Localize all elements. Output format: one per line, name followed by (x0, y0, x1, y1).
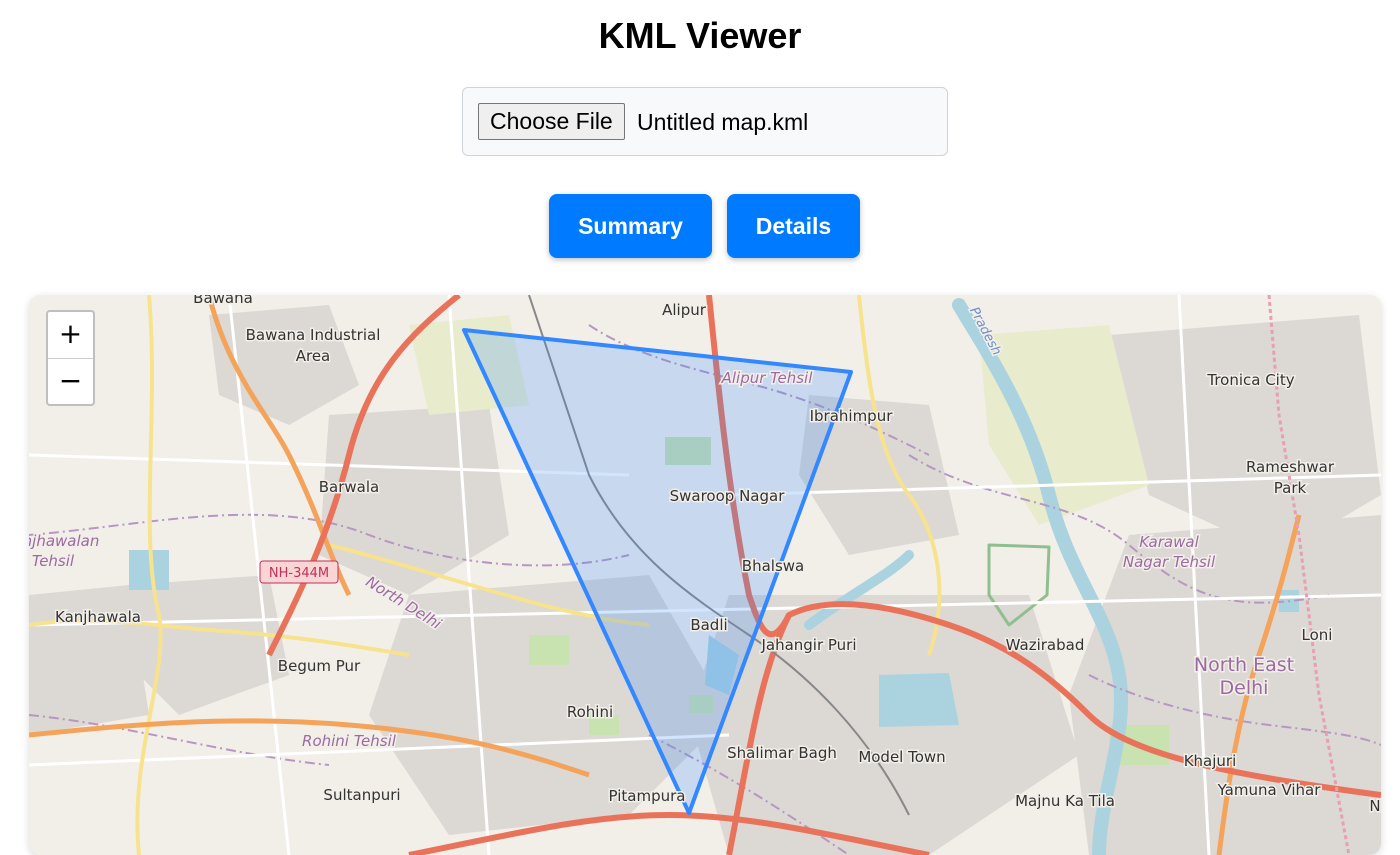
map-label: Pitampura (609, 787, 686, 805)
map-label: Wazirabad (1006, 636, 1085, 654)
map-label: Badli (690, 616, 727, 634)
zoom-out-button[interactable]: − (48, 358, 93, 404)
zoom-in-button[interactable]: + (48, 312, 93, 358)
map-label: Shalimar Bagh (727, 744, 837, 762)
map-label: Barwala (319, 478, 379, 496)
map-label: Nagar Tehsil (1123, 553, 1216, 571)
map-label: Bawana (193, 295, 253, 307)
map-label: Majnu Ka Tila (1015, 792, 1115, 810)
map-label: N (1369, 797, 1380, 815)
road-shield: NH-344M (259, 560, 339, 584)
map-label: Rohini (567, 703, 613, 721)
map-label: Sultanpuri (323, 786, 400, 804)
road-shield-label: NH-344M (269, 566, 329, 581)
map-label: Alipur Tehsil (721, 369, 814, 387)
map-label: Bhalswa (742, 557, 804, 575)
map-label: Alipur (662, 301, 707, 319)
selected-file-name: Untitled map.kml (637, 109, 809, 135)
summary-button[interactable]: Summary (549, 194, 712, 258)
map-view[interactable]: Bawana Bawana Industrial Area Alipur Ali… (29, 295, 1381, 855)
map-label: Delhi (1220, 677, 1269, 699)
map-label: Jahangir Puri (760, 636, 856, 654)
map-label: Yamuna Vihar (1217, 781, 1322, 799)
map-label: Tronica City (1206, 371, 1294, 389)
file-input[interactable]: Choose File Untitled map.kml (462, 87, 948, 156)
map-label: Khajuri (1184, 752, 1237, 770)
map-label: Model Town (858, 748, 945, 766)
map-label: njhawalan (29, 532, 99, 550)
map-label: North East (1194, 654, 1294, 676)
map-label: Loni (1302, 626, 1333, 644)
choose-file-button[interactable]: Choose File (478, 103, 625, 140)
map-label: Ibrahimpur (810, 407, 894, 425)
map-label: Kanjhawala (55, 608, 141, 626)
map-label: Rohini Tehsil (302, 732, 397, 750)
map-label: Bawana Industrial (246, 326, 381, 344)
map-label: Area (296, 347, 331, 365)
zoom-control: + − (46, 310, 95, 406)
map-label: Swaroop Nagar (670, 487, 786, 505)
map-label: Begum Pur (278, 657, 361, 675)
map-label: Karawal (1139, 533, 1199, 551)
page-title: KML Viewer (598, 15, 802, 56)
details-button[interactable]: Details (727, 194, 860, 258)
map-label: Tehsil (32, 552, 75, 570)
map-tiles: Bawana Bawana Industrial Area Alipur Ali… (29, 295, 1381, 855)
map-label: Park (1274, 479, 1307, 497)
map-label: Rameshwar (1246, 458, 1335, 476)
